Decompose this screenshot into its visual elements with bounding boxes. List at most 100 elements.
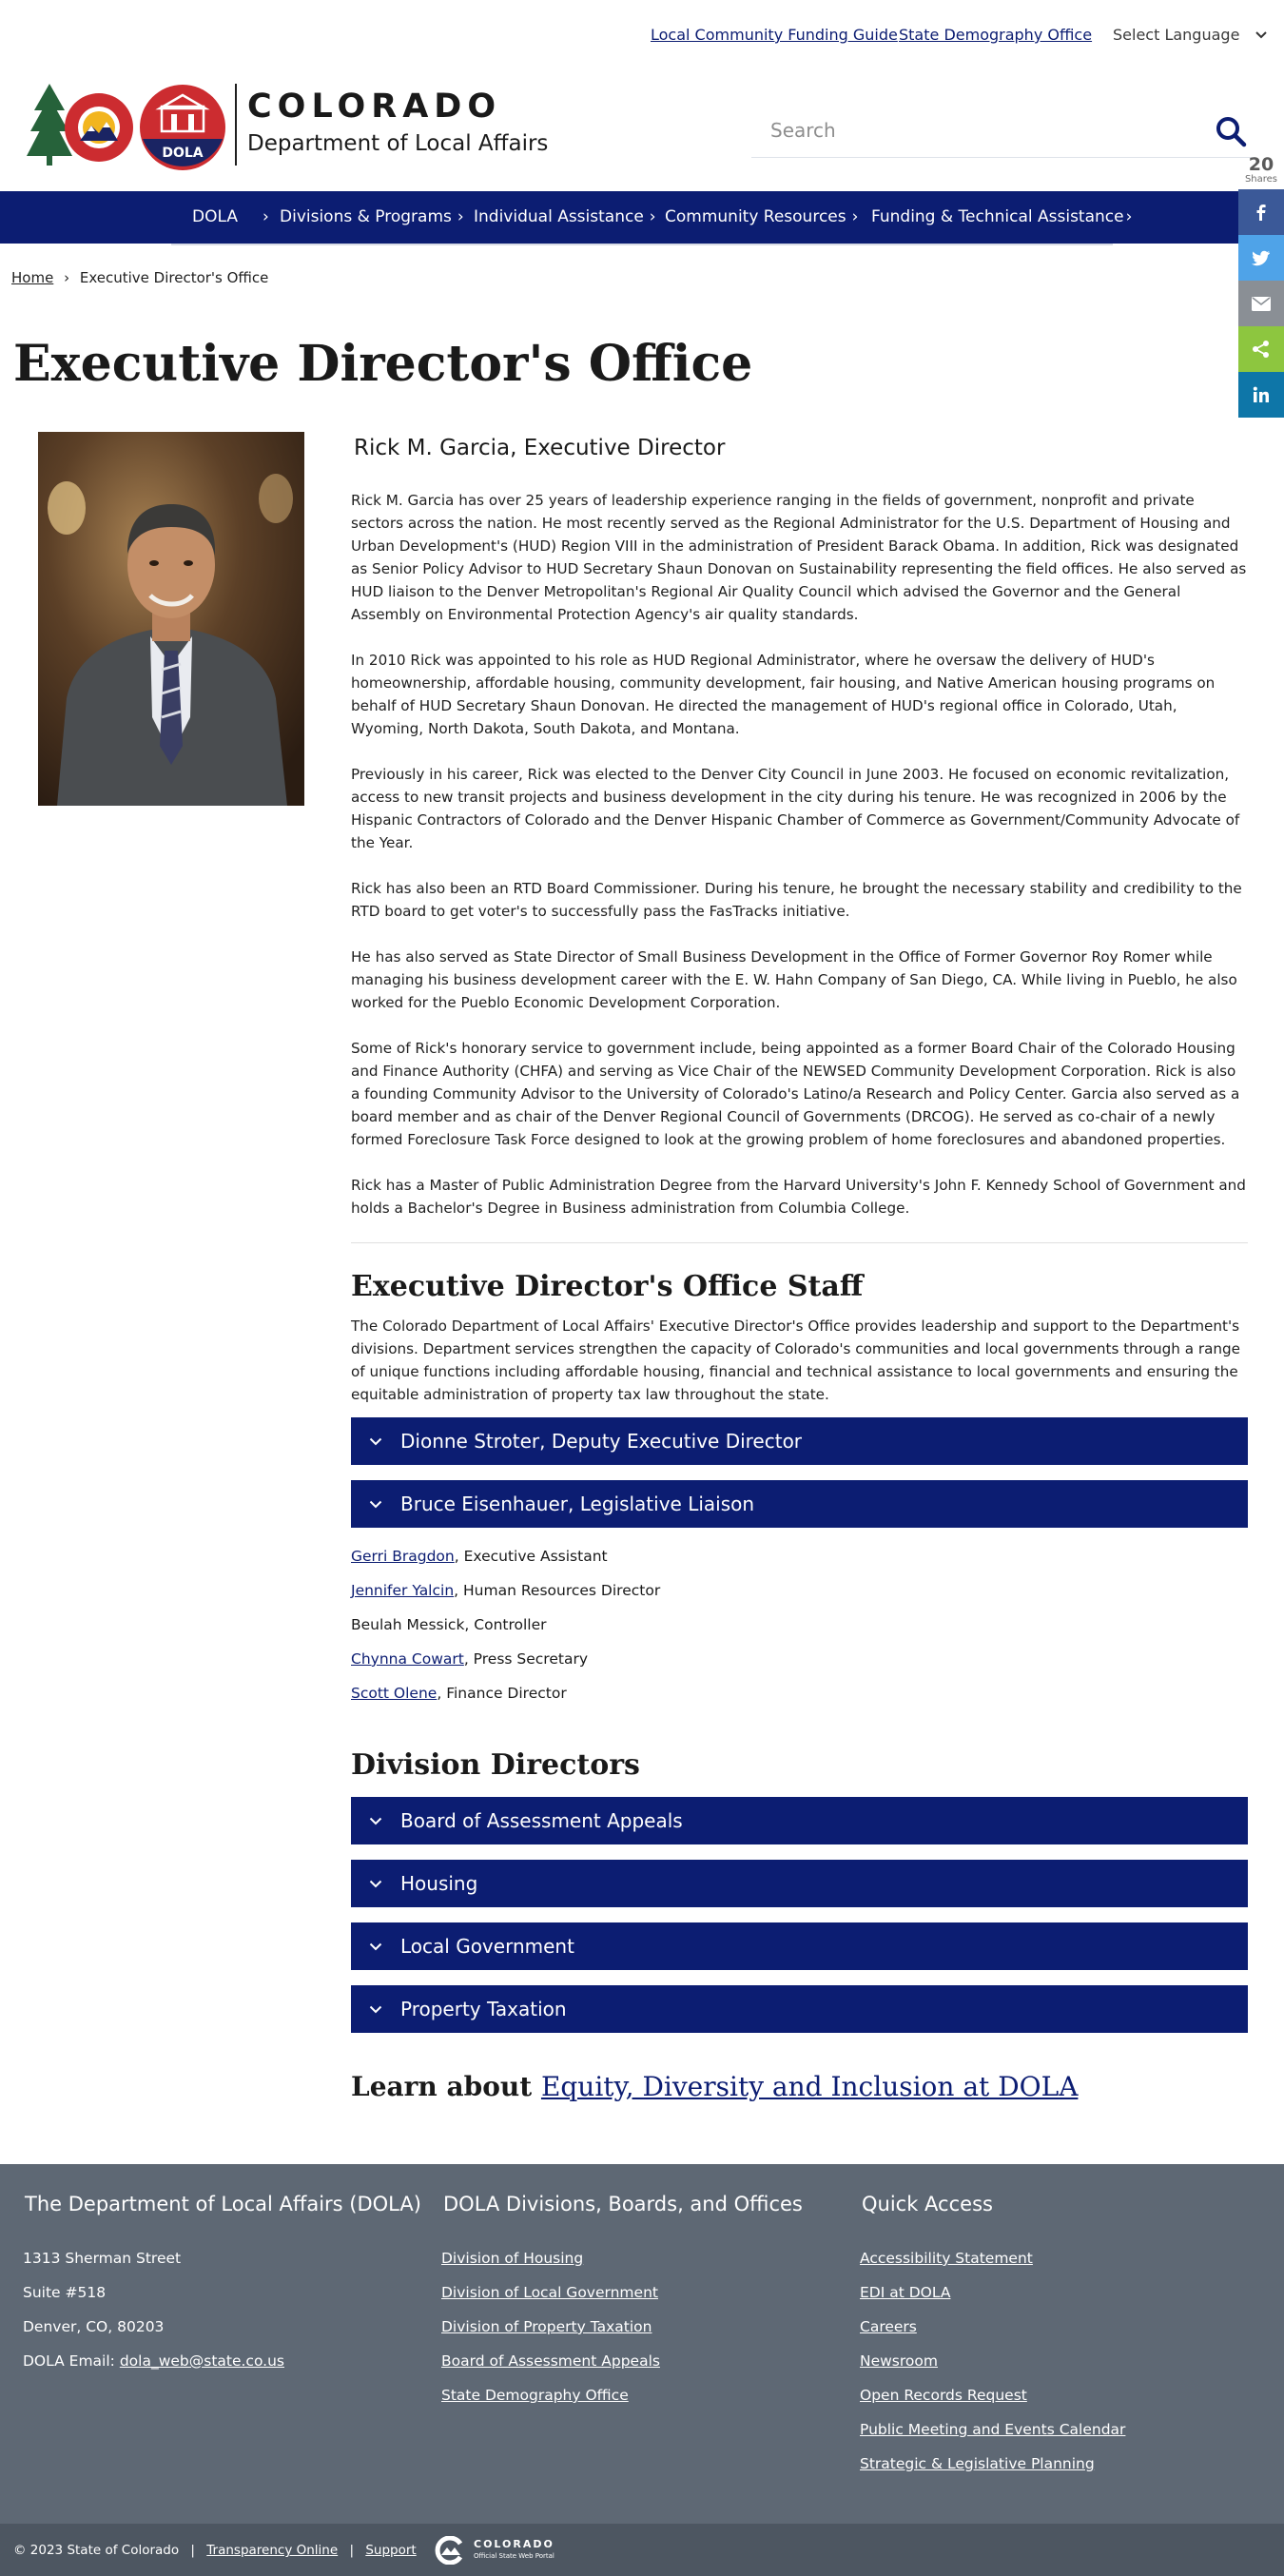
chevron-right-icon: ›: [457, 207, 464, 226]
footer-link[interactable]: Newsroom: [860, 2352, 938, 2370]
accordion-legislative-liaison[interactable]: Bruce Eisenhauer, Legislative Liaison: [351, 1480, 1248, 1528]
nav-label: Funding & Technical Assistance: [871, 207, 1124, 226]
footer-link[interactable]: EDI at DOLA: [860, 2284, 950, 2301]
edi-link[interactable]: Equity, Diversity and Inclusion at DOLA: [541, 2071, 1078, 2102]
staff-role: , Executive Assistant: [454, 1548, 608, 1565]
nav-label: DOLA: [192, 207, 238, 226]
local-community-funding-guide-link[interactable]: Local Community Funding Guide: [651, 26, 898, 44]
chevron-down-icon: [1255, 31, 1267, 39]
nav-label: Divisions & Programs: [280, 207, 452, 226]
accordion-label: Board of Assessment Appeals: [400, 1809, 683, 1832]
footer-link[interactable]: Division of Local Government: [441, 2284, 658, 2301]
accordion-local-government[interactable]: Local Government: [351, 1922, 1248, 1970]
footer-link[interactable]: Public Meeting and Events Calendar: [860, 2421, 1125, 2438]
footer-link[interactable]: Careers: [860, 2318, 917, 2335]
email-share-button[interactable]: [1238, 281, 1284, 326]
section-divider: [351, 1242, 1248, 1243]
language-label: Select Language: [1113, 26, 1240, 44]
search-icon[interactable]: [1212, 112, 1250, 150]
staff-name-link[interactable]: Chynna Cowart: [351, 1650, 464, 1668]
site-header: DOLA COLORADO Department of Local Affair…: [0, 70, 1284, 192]
colorado-logo-icon[interactable]: [27, 84, 133, 171]
staff-name-link[interactable]: Gerri Bragdon: [351, 1548, 455, 1565]
footer-link[interactable]: State Demography Office: [441, 2387, 629, 2404]
separator: |: [190, 2543, 195, 2558]
footer-link[interactable]: Division of Property Taxation: [441, 2318, 652, 2335]
accordion-housing[interactable]: Housing: [351, 1860, 1248, 1907]
site-footer: The Department of Local Affairs (DOLA) 1…: [0, 2164, 1284, 2524]
staff-name: Beulah Messick: [351, 1616, 465, 1633]
accordion-property-taxation[interactable]: Property Taxation: [351, 1985, 1248, 2033]
nav-item-divisions-programs[interactable]: Divisions & Programs ›: [280, 207, 464, 226]
separator: |: [349, 2543, 355, 2558]
logo-divider: [235, 84, 237, 166]
footer-link[interactable]: Division of Housing: [441, 2250, 583, 2267]
email-line: DOLA Email: dola_web@state.co.us: [23, 2352, 284, 2370]
twitter-share-button[interactable]: [1238, 235, 1284, 281]
accordion-label: Dionne Stroter, Deputy Executive Directo…: [400, 1430, 803, 1453]
staff-role: , Controller: [464, 1616, 547, 1633]
logo-colorado-text: COLORADO: [247, 88, 502, 126]
main-content: Rick M. Garcia, Executive Director Rick …: [351, 432, 1248, 2102]
chevron-down-icon: [351, 1437, 400, 1446]
chevron-down-icon: [351, 1500, 400, 1509]
staff-name-link[interactable]: Jennifer Yalcin: [351, 1582, 454, 1599]
state-demography-office-link[interactable]: State Demography Office: [899, 26, 1092, 44]
footer-link[interactable]: Open Records Request: [860, 2387, 1027, 2404]
footer-link[interactable]: Strategic & Legislative Planning: [860, 2455, 1095, 2472]
footer-link[interactable]: Accessibility Statement: [860, 2250, 1033, 2267]
page-title: Executive Director's Office: [13, 335, 753, 393]
email-label: DOLA Email:: [23, 2352, 120, 2370]
nav-item-individual-assistance[interactable]: Individual Assistance ›: [474, 207, 656, 226]
email-icon: [1252, 296, 1271, 311]
staff-intro: The Colorado Department of Local Affairs…: [351, 1317, 1240, 1403]
nav-divider: [171, 244, 1113, 245]
accordion-label: Bruce Eisenhauer, Legislative Liaison: [400, 1493, 755, 1515]
staff-heading: Executive Director's Office Staff: [351, 1270, 864, 1303]
transparency-online-link[interactable]: Transparency Online: [206, 2543, 338, 2558]
bio-paragraph: Rick M. Garcia has over 25 years of lead…: [351, 492, 1247, 623]
share-count-number: 20: [1248, 154, 1274, 175]
dola-seal-icon[interactable]: DOLA: [139, 84, 226, 171]
staff-role: , Press Secretary: [463, 1650, 588, 1668]
logo-department-text: Department of Local Affairs: [247, 131, 549, 156]
accordion-deputy-executive-director[interactable]: Dionne Stroter, Deputy Executive Directo…: [351, 1417, 1248, 1465]
language-selector[interactable]: Select Language: [1113, 26, 1268, 44]
accordion-board-of-assessment-appeals[interactable]: Board of Assessment Appeals: [351, 1797, 1248, 1844]
chevron-right-icon: ›: [1125, 207, 1133, 226]
nav-item-funding-technical-assistance[interactable]: Funding & Technical Assistance ›: [871, 207, 1132, 226]
share-icon: [1253, 341, 1269, 358]
utility-bar: Local Community Funding Guide State Demo…: [0, 0, 1284, 70]
footer-link[interactable]: Board of Assessment Appeals: [441, 2352, 660, 2370]
accordion-label: Housing: [400, 1872, 478, 1895]
breadcrumb-home-link[interactable]: Home: [11, 269, 53, 286]
bio-paragraph: Rick has also been an RTD Board Commissi…: [351, 880, 1242, 920]
nav-item-community-resources[interactable]: Community Resources ›: [665, 207, 858, 226]
facebook-share-button[interactable]: [1238, 189, 1284, 235]
staff-item: Jennifer Yalcin, Human Resources Directo…: [351, 1581, 1248, 1600]
accordion-label: Property Taxation: [400, 1998, 567, 2020]
footer-heading: Quick Access: [862, 2193, 993, 2215]
bio-paragraph: Rick has a Master of Public Administrati…: [351, 1177, 1246, 1217]
share-count: 20 Shares: [1238, 155, 1284, 185]
colorado-c-icon: [435, 2536, 463, 2565]
staff-item: Gerri Bragdon, Executive Assistant: [351, 1547, 1248, 1566]
chevron-right-icon: ›: [262, 207, 269, 226]
staff-name-link[interactable]: Scott Olene: [351, 1685, 437, 1702]
chevron-down-icon: [351, 1880, 400, 1888]
nav-item-dola[interactable]: DOLA ›: [192, 207, 269, 226]
learn-about-heading: Learn about Equity, Diversity and Inclus…: [351, 2071, 1248, 2102]
learn-prefix: Learn about: [351, 2071, 541, 2102]
staff-role: , Human Resources Director: [454, 1582, 661, 1599]
sharethis-share-button[interactable]: [1238, 326, 1284, 372]
chevron-right-icon: ›: [649, 207, 656, 226]
colorado-portal-logo[interactable]: COLORADO Official State Web Portal: [432, 2536, 565, 2565]
chevron-right-icon: ›: [851, 207, 859, 226]
support-link[interactable]: Support: [365, 2543, 416, 2558]
search-input[interactable]: [770, 114, 1151, 146]
breadcrumb-separator: ›: [64, 269, 70, 286]
email-link[interactable]: dola_web@state.co.us: [120, 2352, 284, 2370]
address-line: Denver, CO, 80203: [23, 2318, 165, 2335]
linkedin-share-button[interactable]: [1238, 372, 1284, 418]
footer-legal: © 2023 State of Colorado | Transparency …: [13, 2543, 417, 2558]
